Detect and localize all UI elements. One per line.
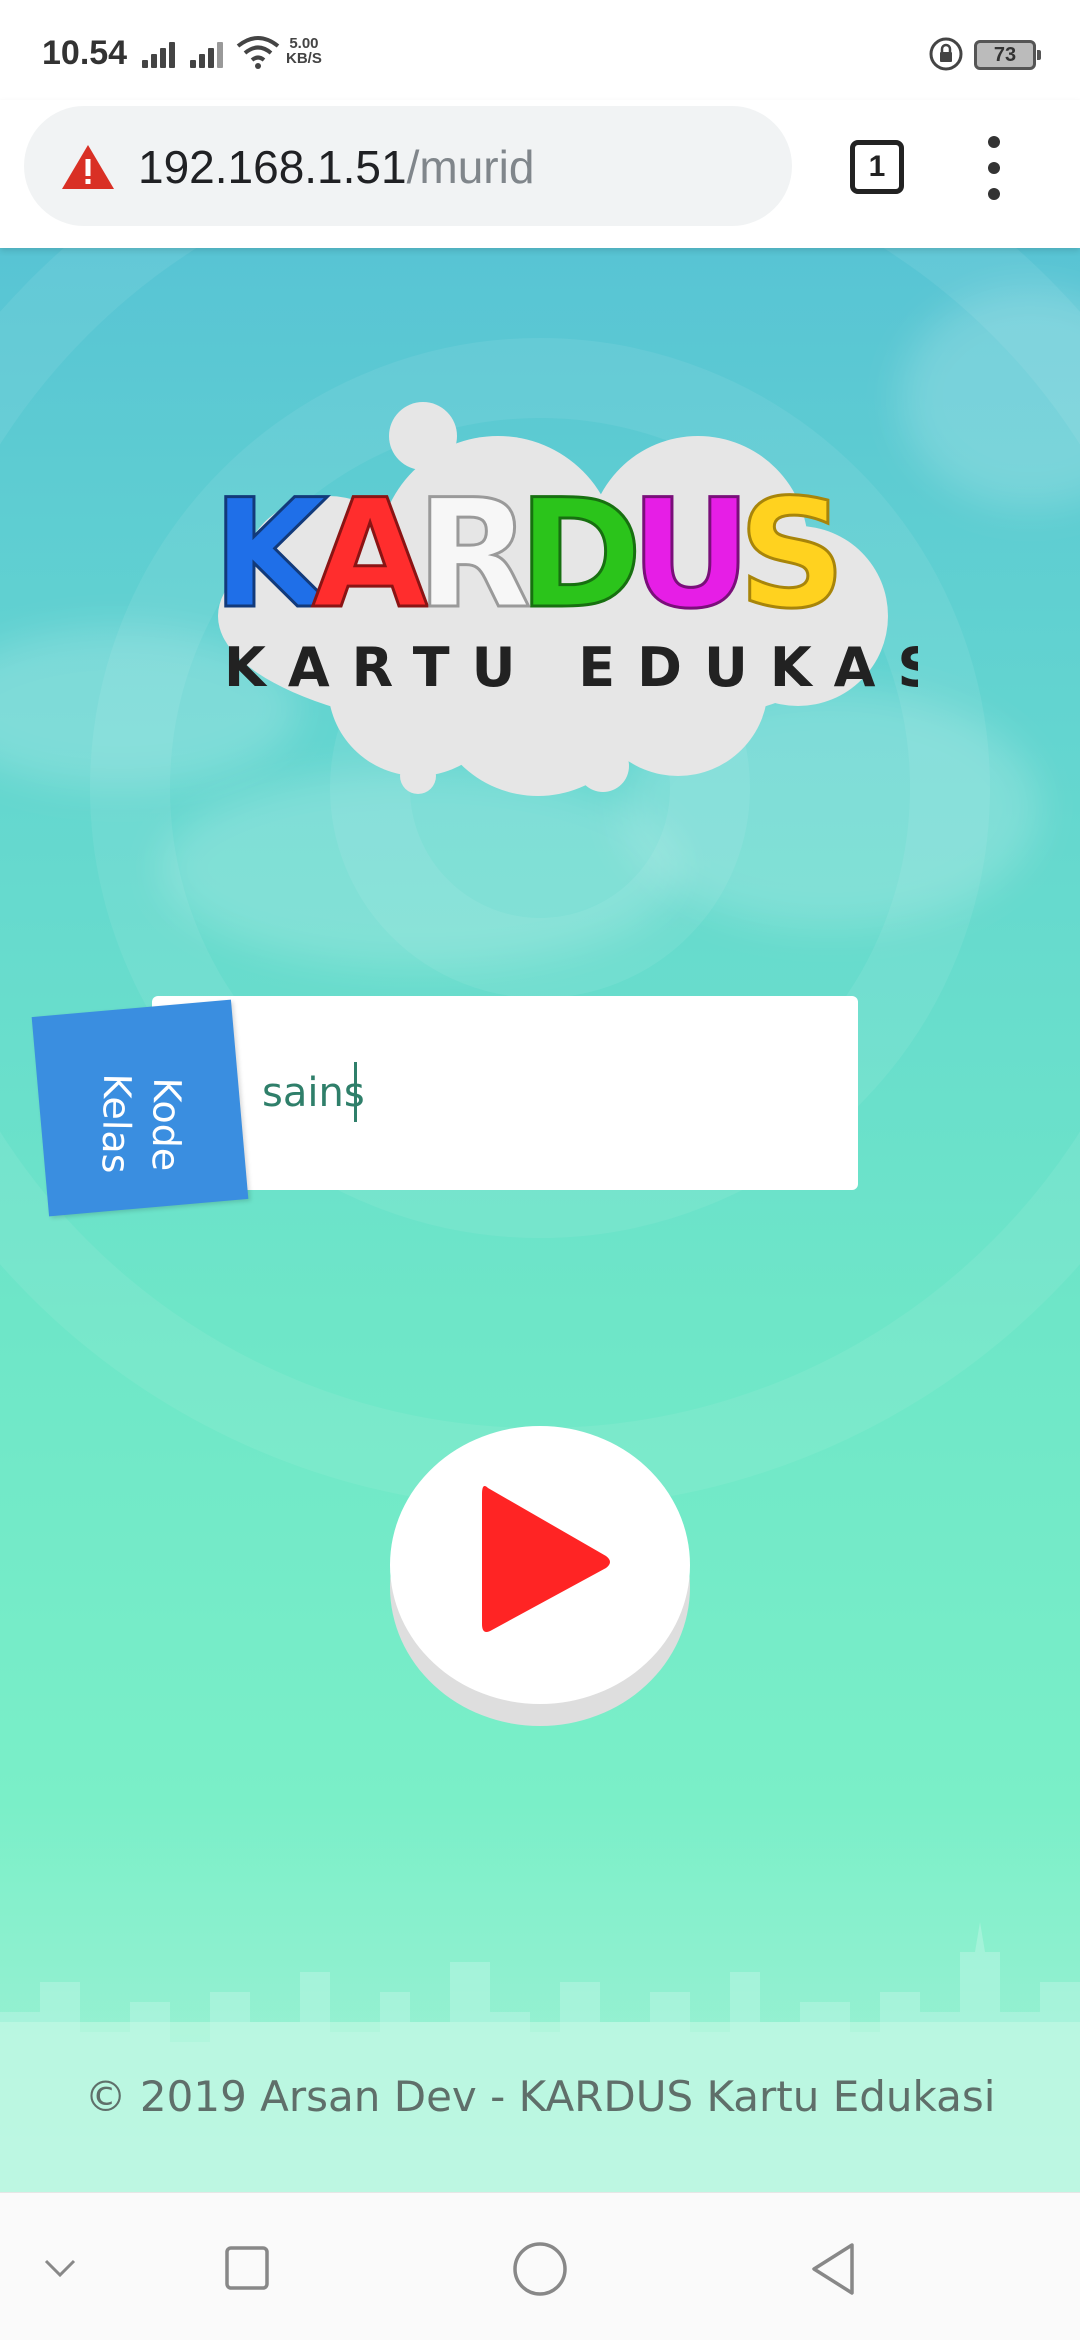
network-speed-value: 5.00 [289,35,319,52]
class-code-label-text: Kode Kelas [93,1073,190,1174]
home-icon[interactable] [510,2239,570,2299]
logo-letter: D [518,468,643,642]
recents-icon[interactable] [222,2243,272,2293]
warning-triangle-icon[interactable] [60,142,116,192]
logo-letter: S [738,468,846,642]
logo-letter: A [312,468,428,642]
status-bar: 10.54 5.00 KB/S 73 [0,0,1080,100]
play-button[interactable] [390,1426,690,1726]
class-code-row: Kode Kelas [31,996,858,1217]
play-icon [482,1486,610,1632]
battery-icon: 73 [974,40,1041,70]
system-nav-bar [0,2192,1080,2340]
logo-letter: R [416,468,532,642]
more-vert-icon[interactable] [980,136,1010,200]
rotation-lock-icon [929,37,963,71]
back-icon[interactable] [806,2239,862,2299]
kardus-logo: K A R D U S KARTU EDUKASI [211,402,918,796]
wifi-icon [236,36,280,69]
url-host: 192.168.1.51 [138,141,407,193]
footer-copyright: © 2019 Arsan Dev - KARDUS Kartu Edukasi [84,2072,996,2121]
class-code-label: Kode Kelas [31,999,249,1217]
url-path: /murid [406,141,535,193]
signal-icon [142,38,182,68]
address-bar[interactable]: 192.168.1.51/murid [24,106,792,226]
url-text[interactable]: 192.168.1.51/murid [138,140,534,194]
page-content: K A R D U S KARTU EDUKASI Kode Kelas © 2… [0,248,1080,2192]
tab-switcher-button[interactable]: 1 [850,140,904,194]
logo-subtitle: KARTU EDUKASI [224,636,918,699]
status-time: 10.54 [42,34,128,72]
text-caret [354,1062,357,1122]
browser-toolbar: 192.168.1.51/murid 1 [0,100,1080,248]
network-speed: 5.00 KB/S [286,36,322,66]
class-code-input[interactable] [152,996,858,1190]
network-speed-unit: KB/S [286,50,322,67]
chevron-down-icon[interactable] [40,2253,80,2283]
logo-letter: U [630,468,752,642]
signal-icon-2 [190,38,230,68]
